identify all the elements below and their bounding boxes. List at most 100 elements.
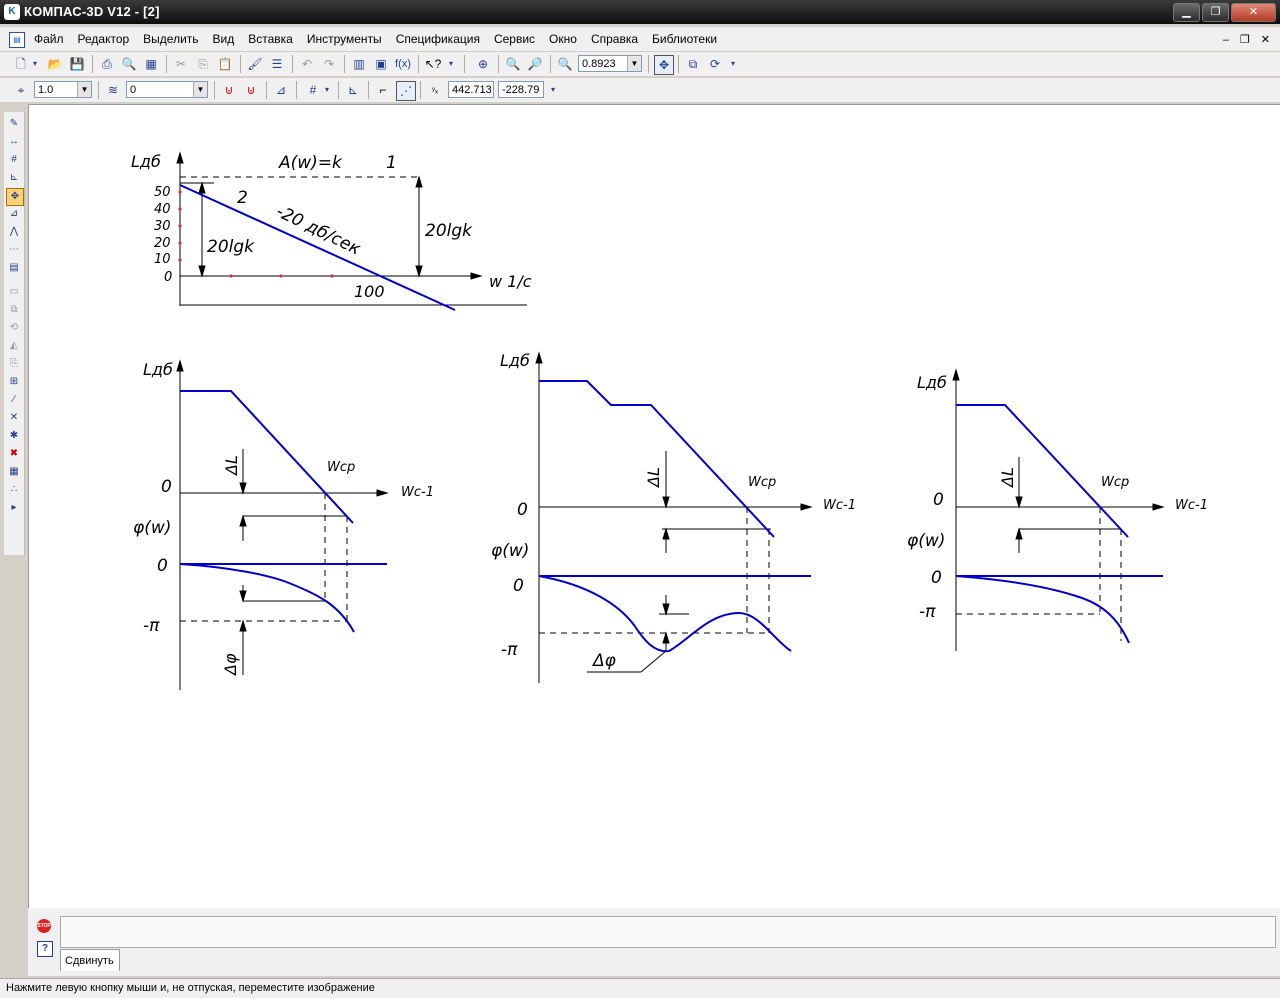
layer-icon[interactable]: ≋: [104, 81, 122, 99]
compact-toolbar: ✎ ↔ # ⊾ ✥ ⊿ ⋀ ⋯ ▤ ▭ ⧉ ⟲ ◭ ⎘ ⊞ ∕ ✕ ✱ ✖ ▦ ∴ ▸: [4, 112, 25, 555]
rotate-icon[interactable]: ⟲: [6, 320, 22, 336]
menu-item-8[interactable]: Окно: [549, 32, 577, 46]
stop-icon[interactable]: STOP: [37, 919, 51, 933]
minimize-button[interactable]: ▁: [1173, 3, 1200, 22]
toolbar-overflow-icon[interactable]: ▾: [728, 55, 738, 73]
print-preview-icon[interactable]: 🔍: [120, 55, 138, 73]
round-off-icon[interactable]: ⋰: [396, 81, 416, 101]
report-icon[interactable]: ▤: [6, 260, 22, 276]
menu-item-7[interactable]: Сервис: [494, 32, 535, 46]
parametric-icon[interactable]: ⊿: [272, 81, 290, 99]
copy-icon[interactable]: ⎘: [6, 356, 22, 372]
step-combo[interactable]: 1.0 ▼: [34, 81, 92, 98]
insert-icon[interactable]: ⊞: [6, 374, 22, 390]
plot1-ylabel: Lдб: [143, 360, 173, 379]
preview-icon[interactable]: ▦: [142, 55, 160, 73]
points-icon[interactable]: ∴: [6, 482, 22, 498]
params-icon[interactable]: ⊿: [6, 206, 22, 222]
kompas-app-icon[interactable]: K: [4, 4, 20, 20]
paste-icon[interactable]: 📋: [216, 55, 234, 73]
view-icon[interactable]: ⧉: [6, 302, 22, 318]
properties-icon[interactable]: ☰: [268, 55, 286, 73]
variables-fx-icon[interactable]: f(x): [394, 55, 412, 73]
drawing-canvas[interactable]: Lдб A(w)=k 1 2 -20 дб/сек 20lgk 20lgk w …: [28, 104, 1280, 908]
show-all-icon[interactable]: ⧉: [684, 55, 702, 73]
plot1-phase-curve: [179, 563, 355, 633]
constraints-icon[interactable]: ⊾: [6, 170, 22, 186]
fragment-icon[interactable]: ▭: [6, 284, 22, 300]
menu-item-9[interactable]: Справка: [591, 32, 638, 46]
help-icon[interactable]: ?: [37, 941, 53, 957]
new-document-icon[interactable]: 🗋: [12, 55, 30, 73]
plot2-zero-top: 0: [517, 500, 528, 520]
menu-bar: ▤ Файл Редактор Выделить Вид Вставка Инструме…: [0, 27, 1280, 51]
delete-icon[interactable]: ✖: [6, 446, 22, 462]
open-folder-icon[interactable]: 📂: [46, 55, 64, 73]
close-button[interactable]: ✕: [1231, 3, 1276, 22]
menu-item-2[interactable]: Выделить: [143, 32, 198, 46]
arrowhead: [535, 351, 543, 364]
arrowhead: [376, 489, 389, 497]
toolbar-overflow-icon[interactable]: ▾: [548, 81, 558, 99]
zoom-out-icon[interactable]: 🔎: [526, 55, 544, 73]
top-y-arrow: [176, 151, 184, 164]
edit-icon[interactable]: ✥: [6, 188, 24, 206]
redo-icon[interactable]: ↷: [320, 55, 338, 73]
break-icon[interactable]: ✱: [6, 428, 22, 444]
library-icon[interactable]: ▣: [372, 55, 390, 73]
menu-item-4[interactable]: Вставка: [248, 32, 293, 46]
menu-item-5[interactable]: Инструменты: [307, 32, 382, 46]
property-panel[interactable]: [60, 916, 1276, 948]
toolbar-overflow-icon[interactable]: ▾: [446, 55, 456, 73]
zoom-in-icon[interactable]: 🔍: [504, 55, 522, 73]
menu-item-10[interactable]: Библиотеки: [652, 32, 717, 46]
maximize-button[interactable]: ❐: [1202, 3, 1229, 22]
pan-icon[interactable]: ✥: [654, 55, 674, 75]
format-brush-icon[interactable]: 🖌: [246, 55, 264, 73]
grid-icon[interactable]: #: [304, 81, 322, 99]
zoom-dropdown-icon[interactable]: ▼: [627, 56, 641, 71]
grid-dropdown-icon[interactable]: ▾: [322, 81, 332, 99]
coord-x-field[interactable]: 442.713: [448, 81, 494, 98]
new-dropdown-icon[interactable]: ▾: [30, 55, 40, 73]
geometry-icon[interactable]: ✎: [6, 116, 22, 132]
zoom-window-icon[interactable]: ⊕: [474, 55, 492, 73]
step-cursor-icon[interactable]: ⌖: [12, 81, 30, 99]
menu-item-3[interactable]: Вид: [213, 32, 235, 46]
menu-item-0[interactable]: Файл: [34, 32, 64, 46]
coord-y-field[interactable]: -228.79: [498, 81, 544, 98]
copy-icon[interactable]: ⎘: [194, 55, 212, 73]
mirror-icon[interactable]: ◭: [6, 338, 22, 354]
print-icon[interactable]: ⎙: [98, 55, 116, 73]
trim-icon[interactable]: ✕: [6, 410, 22, 426]
step-dropdown-icon[interactable]: ▼: [77, 82, 91, 97]
expand-icon[interactable]: ▸: [6, 500, 22, 516]
line-icon[interactable]: ∕: [6, 392, 22, 408]
mdi-window-controls[interactable]: – ❐ ✕: [1223, 33, 1274, 46]
layer-dropdown-icon[interactable]: ▼: [193, 82, 207, 97]
document-icon[interactable]: ▤: [9, 32, 25, 48]
undo-icon[interactable]: ↶: [298, 55, 316, 73]
menu-item-1[interactable]: Редактор: [78, 32, 130, 46]
selection-icon[interactable]: ⋯: [6, 242, 22, 258]
help-pointer-icon[interactable]: ↖?: [424, 55, 442, 73]
plot2-delta-phi: Δφ: [591, 651, 617, 671]
local-snap-icon[interactable]: ⊍: [242, 81, 260, 99]
dimensions-icon[interactable]: ↔: [6, 134, 22, 150]
measure-icon[interactable]: ⋀: [6, 224, 22, 240]
save-icon[interactable]: 💾: [68, 55, 86, 73]
local-cs-icon[interactable]: ⊾: [344, 81, 362, 99]
refresh-icon[interactable]: ⟳: [706, 55, 724, 73]
layer-combo[interactable]: 0 ▼: [126, 81, 208, 98]
zoom-scale-icon[interactable]: 🔍: [556, 55, 574, 73]
manager-icon[interactable]: ▥: [350, 55, 368, 73]
tab-pan[interactable]: Сдвинуть: [60, 949, 120, 971]
top-gain-left: 20lgk: [207, 237, 255, 257]
hatch-icon[interactable]: ▦: [6, 464, 22, 480]
snap-magnet-icon[interactable]: ⊍: [220, 81, 238, 99]
zoom-combo[interactable]: 0.8923 ▼: [578, 55, 642, 72]
menu-item-6[interactable]: Спецификация: [396, 32, 480, 46]
ortho-icon[interactable]: ⌐: [374, 81, 392, 99]
symbols-icon[interactable]: #: [6, 152, 22, 168]
cut-icon[interactable]: ✂: [172, 55, 190, 73]
